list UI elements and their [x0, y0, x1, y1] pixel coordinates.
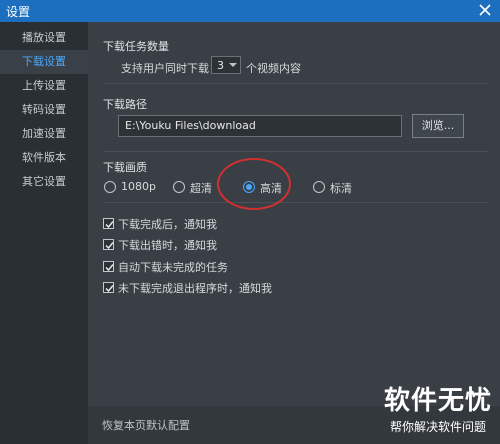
tasks-prefix-label: 支持用户同时下载: [121, 62, 209, 75]
radio-super-hd-label: 超清: [190, 182, 212, 195]
tasks-suffix-label: 个视频内容: [246, 62, 301, 75]
checkbox-notify-complete-label: 下载完成后，通知我: [118, 218, 217, 231]
section-divider: [103, 202, 488, 203]
chevron-down-icon: [228, 59, 238, 71]
sidebar-item-version[interactable]: 软件版本: [0, 146, 88, 170]
checkbox-auto-resume[interactable]: [103, 261, 114, 272]
watermark-title: 软件无忧: [383, 386, 492, 416]
checkbox-notify-error[interactable]: [103, 239, 114, 250]
red-annotation-circle: [217, 158, 291, 210]
download-path-field[interactable]: E:\Youku Files\download: [118, 115, 402, 137]
browse-button[interactable]: 浏览...: [412, 114, 464, 138]
path-section-title: 下载路径: [103, 98, 147, 111]
checkbox-notify-exit[interactable]: [103, 282, 114, 293]
close-icon[interactable]: [476, 1, 494, 19]
section-divider: [103, 83, 488, 84]
radio-sd-label: 标清: [330, 182, 352, 195]
checkbox-notify-exit-label: 未下载完成退出程序时，通知我: [118, 282, 272, 295]
sidebar-item-download[interactable]: 下载设置: [0, 50, 88, 74]
sidebar-item-other[interactable]: 其它设置: [0, 170, 88, 194]
tasks-count-select[interactable]: 3: [211, 56, 241, 74]
tasks-section-title: 下载任务数量: [103, 40, 169, 53]
title-bar: 设置: [0, 0, 500, 22]
radio-sd[interactable]: [313, 181, 325, 193]
sidebar-item-transcode[interactable]: 转码设置: [0, 98, 88, 122]
watermark-logo: 软件无忧 帮你解决软件问题: [372, 380, 496, 442]
restore-defaults-link[interactable]: 恢复本页默认配置: [102, 417, 190, 433]
sidebar-item-upload[interactable]: 上传设置: [0, 74, 88, 98]
checkbox-notify-complete[interactable]: [103, 218, 114, 229]
checkbox-auto-resume-label: 自动下载未完成的任务: [118, 261, 228, 274]
tasks-count-value: 3: [217, 59, 224, 72]
settings-sidebar: 播放设置 下载设置 上传设置 转码设置 加速设置 软件版本 其它设置: [0, 22, 88, 444]
settings-panel: 下载任务数量 支持用户同时下载 3 个视频内容 下载路径 E:\Youku Fi…: [88, 22, 500, 406]
watermark-subtitle: 帮你解决软件问题: [389, 420, 486, 434]
radio-super-hd[interactable]: [173, 181, 185, 193]
window-title: 设置: [6, 5, 31, 19]
sidebar-item-playback[interactable]: 播放设置: [0, 26, 88, 50]
checkbox-notify-error-label: 下载出错时，通知我: [118, 239, 217, 252]
radio-1080p-label: 1080p: [121, 180, 156, 193]
sidebar-item-acceleration[interactable]: 加速设置: [0, 122, 88, 146]
radio-1080p[interactable]: [104, 181, 116, 193]
section-divider: [103, 151, 488, 152]
quality-section-title: 下载画质: [103, 161, 147, 174]
